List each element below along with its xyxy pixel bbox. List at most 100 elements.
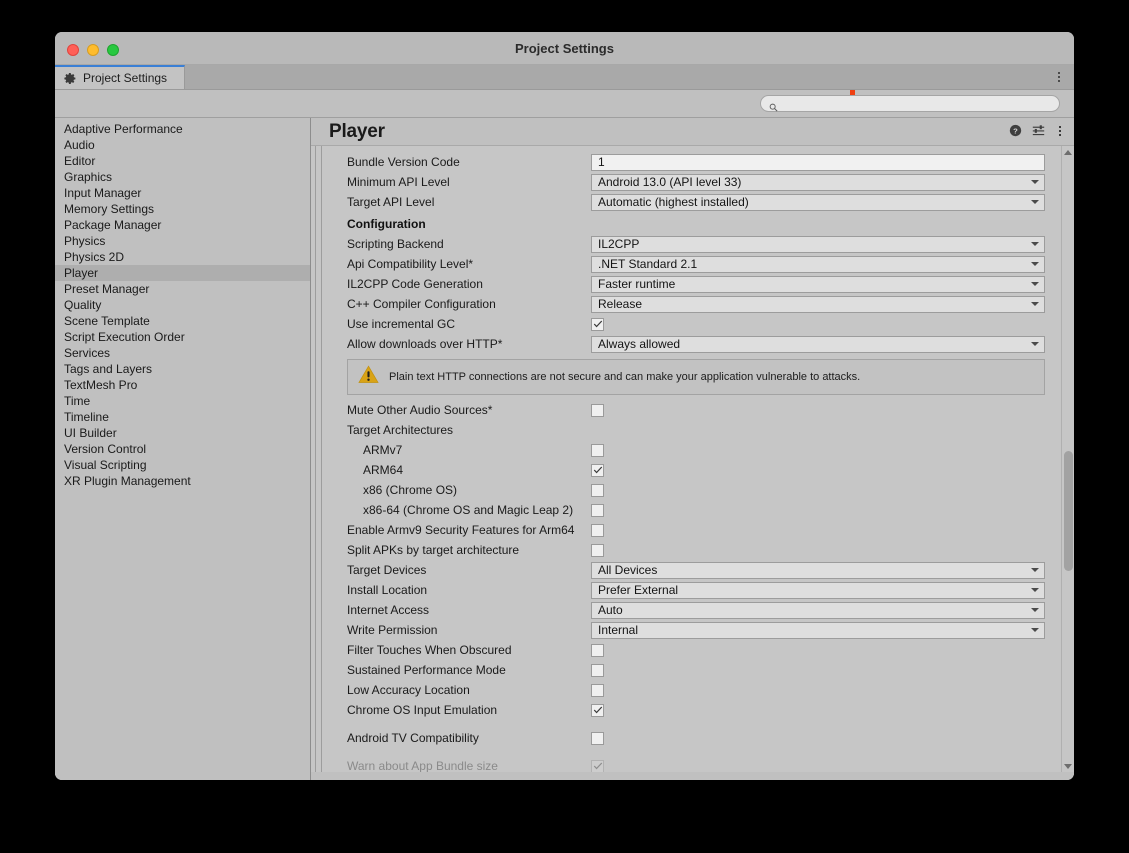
warn-app-bundle-size-checkbox: [591, 760, 604, 773]
row-split-apks: Split APKs by target architecture: [331, 540, 1061, 560]
label-filter-touches: Filter Touches When Obscured: [347, 643, 591, 657]
player-settings-form: Bundle Version Code 1 Minimum API Level …: [331, 146, 1061, 772]
search-box[interactable]: [760, 95, 1060, 112]
cpp-compiler-configuration-dropdown[interactable]: Release: [591, 296, 1045, 313]
control-enable-armv9-security: [591, 524, 1061, 537]
sidebar-item-xr-plugin-management[interactable]: XR Plugin Management: [55, 473, 310, 489]
sidebar-item-preset-manager[interactable]: Preset Manager: [55, 281, 310, 297]
label-x86-64: x86-64 (Chrome OS and Magic Leap 2): [347, 503, 591, 517]
control-allow-downloads-over-http: Always allowed: [591, 336, 1061, 353]
control-minimum-api-level: Android 13.0 (API level 33): [591, 174, 1061, 191]
sidebar-item-quality[interactable]: Quality: [55, 297, 310, 313]
label-target-api-level: Target API Level: [347, 195, 591, 209]
target-devices-dropdown[interactable]: All Devices: [591, 562, 1045, 579]
control-chrome-os-input-emulation: [591, 704, 1061, 717]
tab-project-settings[interactable]: Project Settings: [55, 65, 185, 89]
control-x86-64: [591, 504, 1061, 517]
sidebar-item-script-execution-order[interactable]: Script Execution Order: [55, 329, 310, 345]
row-minimum-api-level: Minimum API Level Android 13.0 (API leve…: [331, 172, 1061, 192]
settings-pane: Player ?: [311, 118, 1074, 780]
sidebar-item-visual-scripting[interactable]: Visual Scripting: [55, 457, 310, 473]
sidebar-item-player[interactable]: Player: [55, 265, 310, 281]
svg-text:?: ?: [1013, 126, 1018, 135]
chevron-down-icon: [1031, 588, 1039, 592]
sidebar-item-version-control[interactable]: Version Control: [55, 441, 310, 457]
chevron-down-icon: [1031, 242, 1039, 246]
allow-downloads-over-http-dropdown[interactable]: Always allowed: [591, 336, 1045, 353]
row-sustained-performance: Sustained Performance Mode: [331, 660, 1061, 680]
arm64-checkbox[interactable]: [591, 464, 604, 477]
label-write-permission: Write Permission: [347, 623, 591, 637]
sidebar-item-ui-builder[interactable]: UI Builder: [55, 425, 310, 441]
sidebar-item-services[interactable]: Services: [55, 345, 310, 361]
sidebar-item-time[interactable]: Time: [55, 393, 310, 409]
chevron-down-icon: [1031, 200, 1039, 204]
section-header-configuration: Configuration: [331, 212, 1061, 234]
tab-overflow-menu-icon[interactable]: [1052, 65, 1066, 89]
row-internet-access: Internet Access Auto: [331, 600, 1061, 620]
sidebar-item-physics[interactable]: Physics: [55, 233, 310, 249]
sidebar-item-adaptive-performance[interactable]: Adaptive Performance: [55, 121, 310, 137]
install-location-dropdown[interactable]: Prefer External: [591, 582, 1045, 599]
api-compatibility-level-dropdown[interactable]: .NET Standard 2.1: [591, 256, 1045, 273]
help-icon[interactable]: ?: [1009, 124, 1022, 137]
sidebar-item-physics-2d[interactable]: Physics 2D: [55, 249, 310, 265]
scripting-backend-dropdown[interactable]: IL2CPP: [591, 236, 1045, 253]
pane-bottom-strip: [311, 772, 1074, 780]
project-settings-window: Project Settings Project Settings Adapti…: [55, 32, 1074, 780]
settings-sidebar[interactable]: Adaptive Performance Audio Editor Graphi…: [55, 118, 311, 780]
internet-access-dropdown[interactable]: Auto: [591, 602, 1045, 619]
use-incremental-gc-checkbox[interactable]: [591, 318, 604, 331]
preset-icon[interactable]: [1032, 124, 1045, 137]
sidebar-item-memory-settings[interactable]: Memory Settings: [55, 201, 310, 217]
sidebar-item-graphics[interactable]: Graphics: [55, 169, 310, 185]
sidebar-item-tags-and-layers[interactable]: Tags and Layers: [55, 361, 310, 377]
control-split-apks: [591, 544, 1061, 557]
armv7-checkbox[interactable]: [591, 444, 604, 457]
panel-kebab-menu-icon[interactable]: [1055, 126, 1065, 136]
sidebar-item-label: Physics 2D: [64, 250, 124, 264]
scrollbar-thumb[interactable]: [1064, 451, 1073, 571]
row-write-permission: Write Permission Internal: [331, 620, 1061, 640]
sidebar-item-input-manager[interactable]: Input Manager: [55, 185, 310, 201]
sidebar-item-editor[interactable]: Editor: [55, 153, 310, 169]
x86-checkbox[interactable]: [591, 484, 604, 497]
row-android-tv-compatibility: Android TV Compatibility: [331, 728, 1061, 748]
label-minimum-api-level: Minimum API Level: [347, 175, 591, 189]
x86-64-checkbox[interactable]: [591, 504, 604, 517]
split-apks-checkbox[interactable]: [591, 544, 604, 557]
search-marker-icon: [850, 90, 855, 95]
search-input[interactable]: [783, 98, 1051, 110]
chevron-down-icon: [1031, 262, 1039, 266]
control-internet-access: Auto: [591, 602, 1061, 619]
il2cpp-code-generation-dropdown[interactable]: Faster runtime: [591, 276, 1045, 293]
sidebar-item-timeline[interactable]: Timeline: [55, 409, 310, 425]
sidebar-item-scene-template[interactable]: Scene Template: [55, 313, 310, 329]
mute-other-audio-sources-checkbox[interactable]: [591, 404, 604, 417]
low-accuracy-location-checkbox[interactable]: [591, 684, 604, 697]
filter-touches-checkbox[interactable]: [591, 644, 604, 657]
chrome-os-input-emulation-checkbox[interactable]: [591, 704, 604, 717]
sidebar-item-label: Physics: [64, 234, 105, 248]
minimum-api-level-dropdown[interactable]: Android 13.0 (API level 33): [591, 174, 1045, 191]
row-mute-other-audio-sources: Mute Other Audio Sources*: [331, 400, 1061, 420]
sidebar-item-textmesh-pro[interactable]: TextMesh Pro: [55, 377, 310, 393]
scroll-down-arrow-icon[interactable]: [1062, 760, 1074, 772]
control-target-api-level: Automatic (highest installed): [591, 194, 1061, 211]
write-permission-dropdown[interactable]: Internal: [591, 622, 1045, 639]
enable-armv9-security-checkbox[interactable]: [591, 524, 604, 537]
label-scripting-backend: Scripting Backend: [347, 237, 591, 251]
target-api-level-dropdown[interactable]: Automatic (highest installed): [591, 194, 1045, 211]
control-use-incremental-gc: [591, 318, 1061, 331]
bundle-version-code-input[interactable]: 1: [591, 154, 1045, 171]
android-tv-compatibility-checkbox[interactable]: [591, 732, 604, 745]
vertical-scrollbar[interactable]: [1061, 146, 1074, 772]
sustained-performance-checkbox[interactable]: [591, 664, 604, 677]
row-target-architectures-header: Target Architectures: [331, 420, 1061, 440]
sidebar-item-package-manager[interactable]: Package Manager: [55, 217, 310, 233]
control-filter-touches: [591, 644, 1061, 657]
http-warning-text: Plain text HTTP connections are not secu…: [389, 371, 860, 383]
chevron-down-icon: [1031, 302, 1039, 306]
scroll-up-arrow-icon[interactable]: [1062, 146, 1074, 158]
sidebar-item-audio[interactable]: Audio: [55, 137, 310, 153]
